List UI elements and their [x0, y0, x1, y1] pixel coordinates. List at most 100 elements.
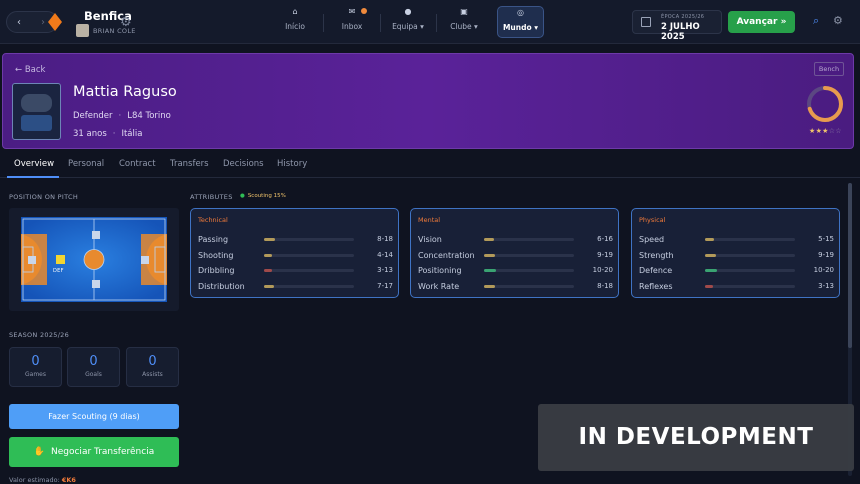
- bench-button[interactable]: Bench: [814, 62, 844, 76]
- divider: [323, 14, 324, 32]
- player-nationality: Itália: [121, 129, 143, 139]
- tab-overview[interactable]: Overview: [14, 159, 54, 169]
- tab-transfers[interactable]: Transfers: [170, 159, 209, 169]
- attr-range: 8-18: [597, 282, 613, 290]
- search-icon[interactable]: ⌕: [813, 14, 819, 28]
- season-section-title: SEASON 2025/26: [9, 331, 70, 339]
- player-photo: [12, 83, 61, 140]
- attr-name: Shooting: [198, 251, 234, 260]
- attr-name: Concentration: [418, 251, 475, 260]
- attr-bar: [705, 269, 717, 272]
- scrollbar-thumb[interactable]: [848, 183, 852, 348]
- attr-range: 6-16: [597, 235, 613, 243]
- scouting-level: ● Scouting 15%: [240, 193, 286, 199]
- player-position: Defender: [73, 111, 113, 121]
- estimated-value: Valor estimado: €K6: [9, 476, 76, 484]
- top-bar: ‹ › Benfica BRIAN COLE ⚙ ⌂ Início ✉ Inbo…: [0, 0, 860, 44]
- back-arrow-icon[interactable]: ‹: [11, 15, 27, 31]
- attr-range: 5-15: [818, 235, 834, 243]
- club-icon: ▣: [460, 7, 468, 16]
- attr-range: 4-14: [377, 251, 393, 259]
- attr-card-mental: Mental Vision 6-16 Concentration 9-19 Posi…: [410, 208, 619, 298]
- attr-track: [705, 254, 795, 257]
- player-name: Mattia Raguso: [73, 84, 177, 100]
- divider: [380, 14, 381, 32]
- divider: [436, 14, 437, 32]
- scouting-text: Scouting 15%: [247, 193, 286, 199]
- negotiate-transfer-button[interactable]: ✋ Negociar Transferência: [9, 437, 179, 467]
- nav-tab-clube[interactable]: ▣ Clube ▾: [448, 6, 480, 38]
- tab-contract[interactable]: Contract: [119, 159, 156, 169]
- in-development-banner: IN DEVELOPMENT: [538, 404, 854, 471]
- avatar-body: [21, 115, 52, 131]
- attr-track: [484, 269, 574, 272]
- attr-track: [705, 285, 795, 288]
- nav-tab-mundo[interactable]: ◎ Mundo ▾: [497, 6, 544, 38]
- nav-tab-label: Início: [285, 22, 305, 31]
- nav-tab-inbox[interactable]: ✉ Inbox: [337, 6, 367, 38]
- player-age-nation: 31 anos · Itália: [73, 129, 143, 139]
- attr-row: Shooting 4-14: [198, 251, 393, 261]
- scout-button[interactable]: Fazer Scouting (9 dias): [9, 404, 179, 429]
- attr-category: Physical: [639, 216, 666, 224]
- nav-tab-label: Equipa ▾: [392, 22, 424, 31]
- notification-dot: [361, 8, 367, 14]
- pitch-diagram: [21, 217, 167, 302]
- season-label: ÉPOCA 2025/26: [661, 14, 705, 20]
- attr-row: Positioning 10-20: [418, 266, 613, 276]
- attr-row: Passing 8-18: [198, 235, 393, 245]
- attr-track: [705, 269, 795, 272]
- nav-tab-label: Clube ▾: [450, 22, 478, 31]
- attr-range: 7-17: [377, 282, 393, 290]
- attr-range: 3-13: [377, 266, 393, 274]
- gear-icon[interactable]: ⚙: [833, 14, 843, 27]
- nav-tab-inicio[interactable]: ⌂ Início: [280, 6, 310, 38]
- attr-name: Positioning: [418, 266, 462, 275]
- nav-tab-text: Mundo: [502, 23, 532, 32]
- attr-row: Dribbling 3-13: [198, 266, 393, 276]
- advance-button[interactable]: Avançar »: [728, 11, 795, 33]
- attr-row: Strength 9-19: [639, 251, 834, 261]
- player-age: 31 anos: [73, 129, 107, 139]
- avatar-head: [21, 94, 52, 112]
- attr-bar: [484, 254, 496, 257]
- attr-name: Dribbling: [198, 266, 235, 275]
- attr-track: [264, 269, 354, 272]
- nav-tab-text: Clube: [450, 22, 472, 31]
- nav-tab-equipa[interactable]: ● Equipa ▾: [390, 6, 426, 38]
- star-rating: ★★★☆☆: [809, 127, 842, 135]
- attr-range: 9-19: [597, 251, 613, 259]
- attr-range: 10-20: [592, 266, 613, 274]
- stars-empty: ☆☆: [828, 127, 842, 135]
- club-settings-icon[interactable]: ⚙: [120, 15, 132, 30]
- attr-track: [484, 238, 574, 241]
- stars-filled: ★★★: [809, 127, 829, 135]
- tab-personal[interactable]: Personal: [68, 159, 104, 169]
- attr-name: Passing: [198, 235, 229, 244]
- attr-card-physical: Physical Speed 5-15 Strength 9-19 Defence 1…: [631, 208, 840, 298]
- stat-value: 0: [148, 354, 157, 369]
- transfer-button-label: Negociar Transferência: [51, 447, 155, 457]
- attr-name: Strength: [639, 251, 674, 260]
- attr-bar: [484, 285, 495, 288]
- attr-track: [705, 238, 795, 241]
- attr-name: Defence: [639, 266, 673, 275]
- attr-row: Reflexes 3-13: [639, 282, 834, 292]
- attr-category: Mental: [418, 216, 441, 224]
- attr-range: 8-18: [377, 235, 393, 243]
- profile-tabs: Overview Personal Contract Transfers Dec…: [0, 152, 860, 178]
- value-label: Valor estimado:: [9, 476, 60, 484]
- back-link[interactable]: ← Back: [15, 65, 45, 75]
- tab-decisions[interactable]: Decisions: [223, 159, 264, 169]
- stat-label: Games: [25, 371, 46, 378]
- globe-icon: ◎: [517, 8, 524, 17]
- position-tag: DEF: [53, 268, 64, 274]
- attr-bar: [264, 269, 272, 272]
- player-header: ← Back Bench Mattia Raguso Defender · L84 …: [2, 53, 854, 149]
- pitch-panel: [9, 208, 179, 311]
- tab-history[interactable]: History: [277, 159, 307, 169]
- date-display[interactable]: ÉPOCA 2025/26 2 JULHO 2025: [632, 10, 722, 42]
- stat-label: Assists: [142, 371, 163, 378]
- active-tab-indicator: [7, 176, 59, 178]
- attr-track: [264, 238, 354, 241]
